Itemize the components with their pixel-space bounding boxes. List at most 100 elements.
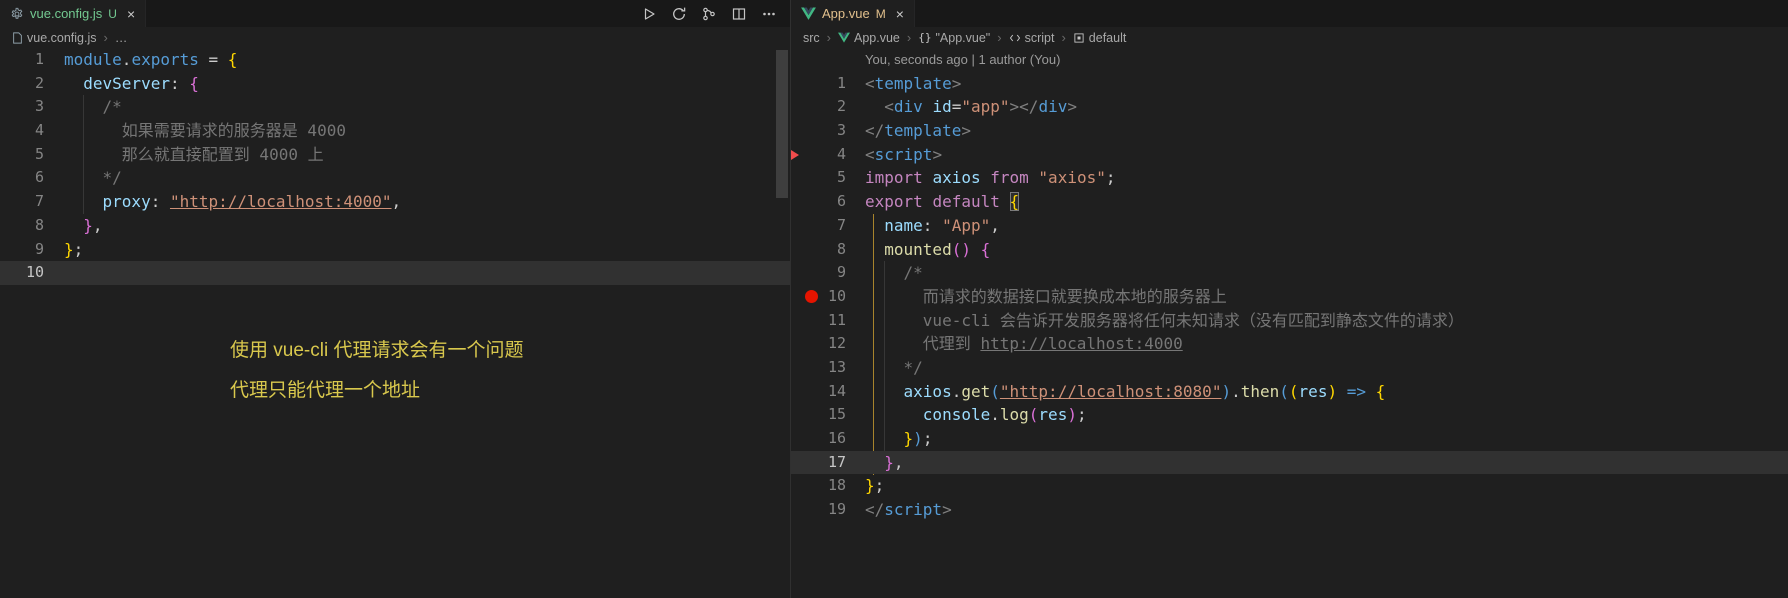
code-line[interactable]: 9 /* [791, 261, 1788, 285]
code-line[interactable]: 2 devServer: { [0, 72, 790, 96]
tab-vue-config-js[interactable]: vue.config.js U × [0, 0, 147, 27]
code-line[interactable]: 19 </script> [791, 498, 1788, 522]
line-number[interactable]: 9 [791, 261, 846, 285]
line-number[interactable]: 11 [791, 309, 846, 333]
code-text[interactable]: }; [865, 474, 884, 498]
code-line[interactable]: 12 代理到 http://localhost:4000 [791, 332, 1788, 356]
code-text[interactable]: 而请求的数据接口就要换成本地的服务器上 [865, 285, 1227, 309]
line-number[interactable]: 2 [791, 95, 846, 119]
codelens-blame[interactable]: You, seconds ago | 1 author (You) [865, 48, 1788, 72]
breadcrumb-default[interactable]: default [1073, 31, 1126, 45]
code-text[interactable]: devServer: { [64, 72, 199, 96]
code-text[interactable]: 那么就直接配置到 4000 上 [64, 143, 324, 167]
line-number[interactable]: 15 [791, 403, 846, 427]
code-line[interactable]: 11 vue-cli 会告诉开发服务器将任何未知请求（没有匹配到静态文件的请求） [791, 309, 1788, 333]
line-number[interactable]: 10 [0, 261, 44, 285]
code-line[interactable]: 1 <template> [791, 72, 1788, 96]
code-line[interactable]: 7 name: "App", [791, 214, 1788, 238]
code-line[interactable]: 8 }, [0, 214, 790, 238]
code-text[interactable]: /* [64, 95, 122, 119]
line-number[interactable]: 8 [791, 238, 846, 262]
line-number[interactable]: 19 [791, 498, 846, 522]
code-line[interactable]: 4 <script> [791, 143, 1788, 167]
line-number[interactable]: 4 [0, 119, 44, 143]
breadcrumb-src[interactable]: src [803, 31, 820, 45]
line-number[interactable]: 7 [0, 190, 44, 214]
code-text[interactable]: </script> [865, 498, 952, 522]
close-icon[interactable]: × [896, 6, 904, 22]
code-text[interactable]: export default { [865, 190, 1020, 214]
code-text[interactable]: }, [865, 451, 903, 475]
source-control-graph-icon[interactable] [698, 3, 720, 25]
code-line[interactable]: 18}; [791, 474, 1788, 498]
code-line[interactable]: 10 [0, 261, 790, 285]
code-text[interactable]: */ [64, 166, 122, 190]
line-number[interactable]: 9 [0, 238, 44, 262]
code-text[interactable]: vue-cli 会告诉开发服务器将任何未知请求（没有匹配到静态文件的请求） [865, 309, 1464, 333]
code-text[interactable]: <script> [865, 143, 942, 167]
line-number[interactable]: 6 [0, 166, 44, 190]
breadcrumb-module[interactable]: {} "App.vue" [918, 31, 990, 45]
code-text[interactable]: /* [865, 261, 923, 285]
line-number[interactable]: 6 [791, 190, 846, 214]
line-number[interactable]: 4 [791, 143, 846, 167]
line-number[interactable]: 8 [0, 214, 44, 238]
line-number[interactable]: 7 [791, 214, 846, 238]
code-line[interactable]: 2 <div id="app"></div> [791, 95, 1788, 119]
split-editor-icon[interactable] [728, 3, 750, 25]
line-number[interactable]: 17 [791, 451, 846, 475]
vertical-scrollbar[interactable] [776, 50, 788, 198]
code-text[interactable]: }, [64, 214, 102, 238]
code-text[interactable]: proxy: "http://localhost:4000", [64, 190, 402, 214]
code-line[interactable]: 14 axios.get("http://localhost:8080").th… [791, 380, 1788, 404]
line-number[interactable]: 3 [791, 119, 846, 143]
breadcrumb-file[interactable]: vue.config.js [12, 31, 96, 45]
code-line[interactable]: 5 那么就直接配置到 4000 上 [0, 143, 790, 167]
code-line[interactable]: 6 */ [0, 166, 790, 190]
line-number[interactable]: 2 [0, 72, 44, 96]
code-line[interactable]: 7 proxy: "http://localhost:4000", [0, 190, 790, 214]
line-number[interactable]: 1 [791, 72, 846, 96]
line-number[interactable]: 13 [791, 356, 846, 380]
code-text[interactable]: import axios from "axios"; [865, 166, 1116, 190]
line-number[interactable]: 12 [791, 332, 846, 356]
code-text[interactable]: console.log(res); [865, 403, 1087, 427]
code-line[interactable]: 4 如果需要请求的服务器是 4000 [0, 119, 790, 143]
code-text[interactable]: 如果需要请求的服务器是 4000 [64, 119, 346, 143]
code-line[interactable]: 10 而请求的数据接口就要换成本地的服务器上 [791, 285, 1788, 309]
code-text[interactable]: </template> [865, 119, 971, 143]
code-text[interactable]: <template> [865, 72, 961, 96]
code-text[interactable]: <div id="app"></div> [865, 95, 1077, 119]
line-number[interactable]: 14 [791, 380, 846, 404]
code-text[interactable]: 代理到 http://localhost:4000 [865, 332, 1183, 356]
line-number[interactable]: 5 [0, 143, 44, 167]
code-line[interactable]: 6 export default { [791, 190, 1788, 214]
breadcrumb-app-vue[interactable]: App.vue [838, 31, 900, 45]
code-text[interactable]: }; [64, 238, 83, 262]
git-deleted-marker-icon[interactable] [791, 149, 799, 160]
line-number[interactable]: 5 [791, 166, 846, 190]
code-text[interactable]: mounted() { [865, 238, 990, 262]
code-line[interactable]: 3 </template> [791, 119, 1788, 143]
code-line[interactable]: 9}; [0, 238, 790, 262]
code-line[interactable]: 3 /* [0, 95, 790, 119]
tab-app-vue[interactable]: App.vue M × [791, 0, 915, 27]
breadcrumb-ellipsis[interactable]: … [115, 31, 128, 45]
code-line[interactable]: 1 module.exports = { [0, 48, 790, 72]
code-line[interactable]: 16 }); [791, 427, 1788, 451]
line-number[interactable]: 3 [0, 95, 44, 119]
code-line[interactable]: 15 console.log(res); [791, 403, 1788, 427]
code-text[interactable]: }); [865, 427, 933, 451]
line-number[interactable]: 1 [0, 48, 44, 72]
close-icon[interactable]: × [127, 6, 135, 22]
code-line[interactable]: 13 */ [791, 356, 1788, 380]
code-line[interactable]: 8 mounted() { [791, 238, 1788, 262]
line-number[interactable]: 18 [791, 474, 846, 498]
run-icon[interactable] [638, 3, 660, 25]
code-text[interactable]: axios.get("http://localhost:8080").then(… [865, 380, 1386, 404]
code-text[interactable]: module.exports = { [64, 48, 237, 72]
code-text[interactable]: name: "App", [865, 214, 1000, 238]
code-line[interactable]: 5 import axios from "axios"; [791, 166, 1788, 190]
breadcrumb-script[interactable]: script [1009, 31, 1054, 45]
code-text[interactable]: */ [865, 356, 923, 380]
